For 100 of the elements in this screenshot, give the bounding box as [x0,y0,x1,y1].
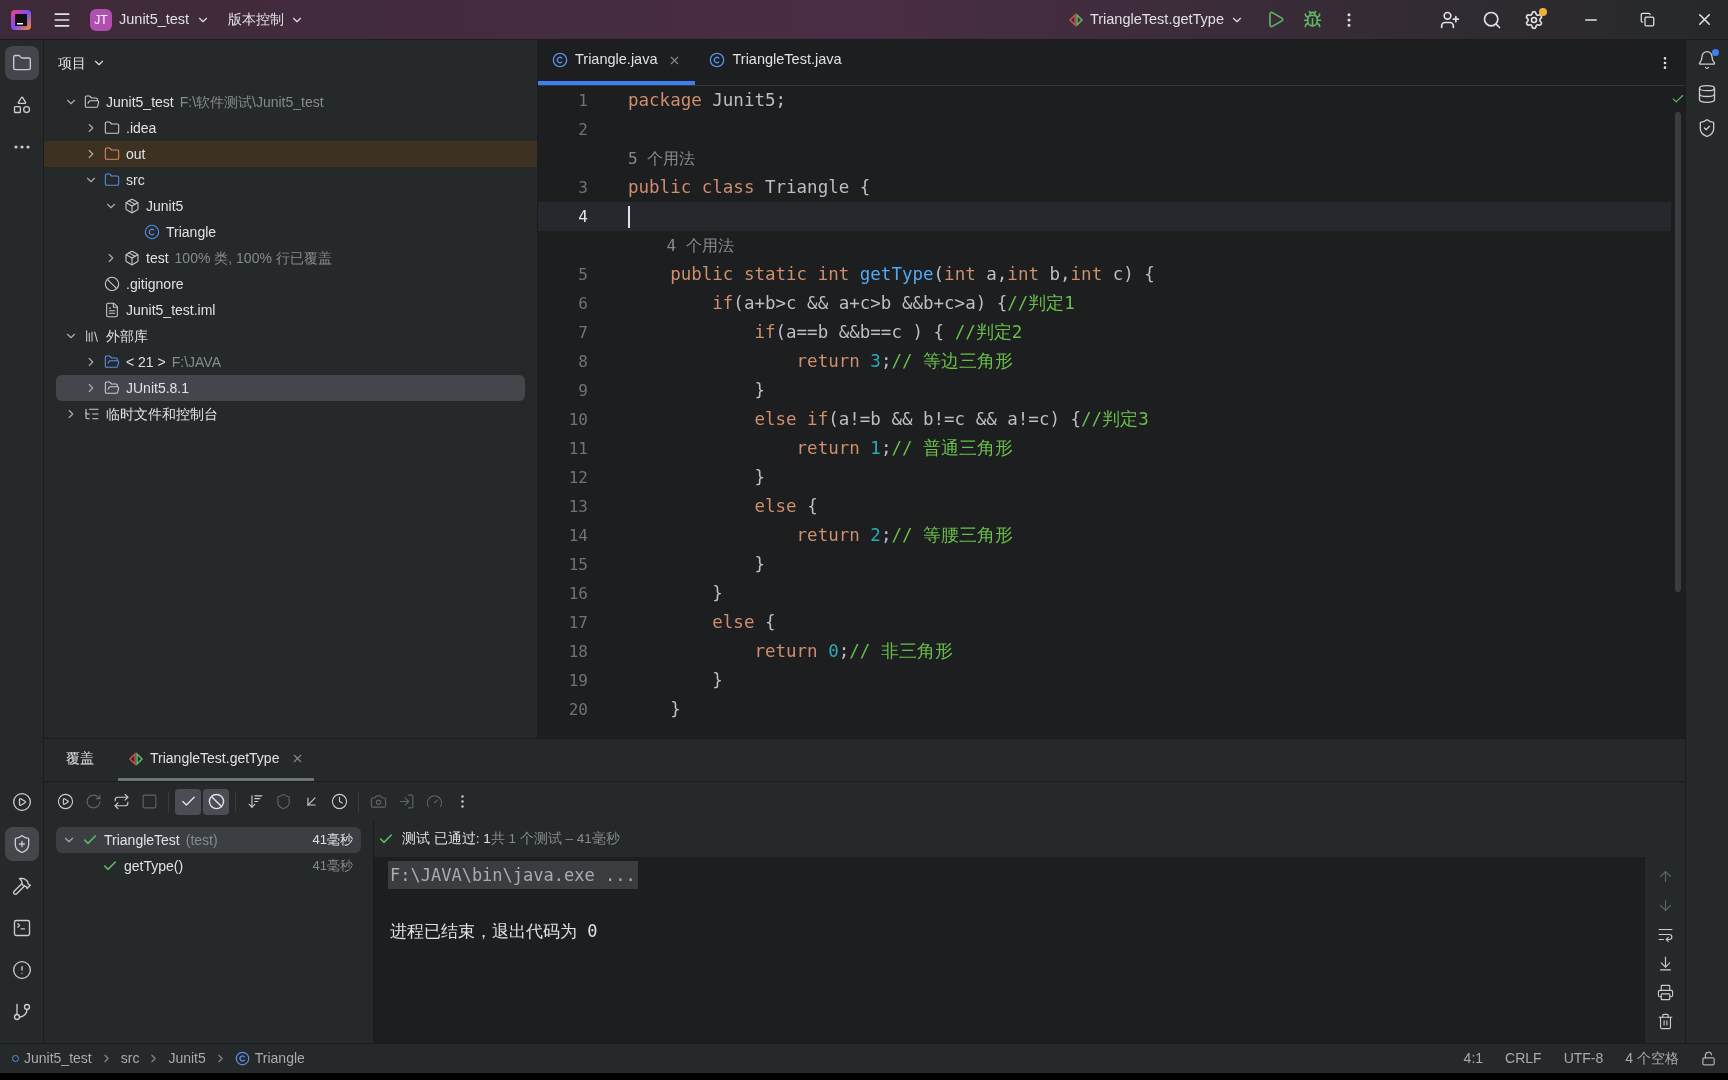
line-number: 17 [567,611,588,634]
folder-icon [104,120,120,136]
editor-tab[interactable]: Triangle.java [538,39,696,85]
line-number: 10 [567,408,588,431]
item-label: out [126,144,146,164]
test-item[interactable]: TriangleTest (test) 41毫秒 [56,827,361,853]
shield-icon[interactable] [1697,118,1717,138]
run-icon[interactable] [1266,10,1285,29]
status-item[interactable]: 4:1 [1463,1048,1484,1069]
settings-icon[interactable] [1524,9,1544,30]
class-icon [552,52,568,68]
class-icon [709,52,726,68]
database-icon[interactable] [1697,84,1717,104]
line-number: 14 [567,524,588,547]
print-icon[interactable] [1656,983,1674,1001]
tree-item[interactable]: Triangle [44,219,537,245]
item-label: test [146,248,169,268]
tree-item[interactable]: Junit5 [44,193,537,219]
item-label: .gitignore [126,274,184,294]
code-line: } [753,553,765,577]
breadcrumb[interactable]: src [120,1048,140,1069]
breadcrumb[interactable]: Junit5_test [24,1048,92,1069]
folder-icon [104,354,120,370]
tree-item[interactable]: Junit5_test.iml [44,297,537,323]
tree-item[interactable]: src [44,167,537,193]
item-label: Junit5 [146,196,184,216]
panel-tab[interactable]: TriangleTest.getType [118,739,315,781]
app-logo [10,8,32,31]
bell-icon[interactable] [1697,50,1717,70]
terminal-icon [11,918,32,938]
module-icon [84,94,100,110]
vcs-menu[interactable]: 版本控制 [228,9,305,30]
filter-toggle[interactable] [203,788,229,815]
panel-tab[interactable]: 覆盖 [56,739,104,781]
code-line: return 0;// 非三角形 [753,640,953,664]
tree-item[interactable]: JUnit5.8.1 [56,375,525,401]
line-number: 16 [567,582,588,605]
breadcrumb[interactable]: Junit5 [168,1048,206,1069]
rerun-icon[interactable] [56,793,74,810]
item-label: < 21 > [126,352,166,372]
tool-window-button[interactable] [4,827,39,861]
tree-item[interactable]: out [44,141,537,167]
bug-icon[interactable] [1303,10,1322,29]
folder-icon [104,146,120,162]
status-item[interactable]: 4 个空格 [1625,1048,1679,1069]
editor-tab[interactable]: TriangleTest.java [695,39,856,85]
code-line: return 1;// 普通三角形 [795,437,1014,461]
usage-hint[interactable]: 5 个用法 [628,146,696,171]
project-selector[interactable]: JT Junit5_test [90,8,211,31]
sort-icon[interactable] [246,793,264,810]
folder-icon [11,53,32,73]
line-number: 20 [567,698,588,721]
code-line: } [711,669,723,693]
rerun-failed-icon[interactable] [84,793,102,810]
clock-icon[interactable] [330,793,348,810]
library-icon [84,328,100,344]
camera-icon[interactable] [369,793,387,810]
tree-item[interactable]: 外部库 [44,323,537,349]
text-cursor [628,205,630,228]
filter-toggle[interactable] [175,788,201,815]
tree-item[interactable]: < 21 > F:\JAVA [44,349,537,375]
package-icon [124,198,140,214]
add-user-icon[interactable] [1440,9,1460,30]
tree-item[interactable]: 临时文件和控制台 [44,401,537,427]
code-line: else if(a!=b && b!=c && a!=c) {//判定3 [753,408,1149,432]
trash-icon[interactable] [1656,1012,1674,1030]
test-hint: (test) [185,830,218,850]
line-number: 12 [567,466,588,489]
code-line: if(a==b &&b==c ) { //判定2 [753,321,1023,345]
unlock-icon[interactable] [1701,1051,1716,1066]
code-line: } [753,466,765,490]
tree-item[interactable]: .gitignore [44,271,537,297]
search-icon[interactable] [1482,9,1502,30]
item-label: 外部库 [106,326,148,346]
scrollbar[interactable] [1675,112,1681,592]
tree-item[interactable]: Junit5_test F:\软件测试\Junit5_test [44,89,537,115]
line-number: 6 [577,292,588,315]
item-label: 临时文件和控制台 [106,404,218,424]
branch-icon [11,1002,32,1022]
item-hint: 100% 类, 100% 行已覆盖 [174,248,332,268]
test-item[interactable]: getType() 41毫秒 [56,853,361,879]
code-line: } [711,582,723,606]
run-config-selector[interactable]: TriangleTest.getType [1067,8,1244,31]
panel-title[interactable]: 项目 [58,52,106,74]
status-item[interactable]: CRLF [1505,1048,1542,1069]
toggle-auto-test-icon[interactable] [112,793,130,810]
item-label: .idea [126,118,157,138]
breadcrumb[interactable]: Triangle [254,1048,305,1069]
check-icon [1671,92,1685,106]
code-line: return 3;// 等边三角形 [795,350,1014,374]
import-icon[interactable] [397,793,415,810]
line-number: 15 [567,553,588,576]
code-line: public class Triangle { [628,176,871,200]
usage-hint[interactable]: 4 个用法 [628,233,734,258]
restore-icon[interactable] [1640,12,1655,27]
tool-window-button[interactable] [4,46,39,80]
tree-item[interactable]: .idea [44,115,537,141]
status-item[interactable]: UTF-8 [1563,1048,1604,1069]
code-line: } [753,379,765,403]
tree-item[interactable]: test 100% 类, 100% 行已覆盖 [44,245,537,271]
